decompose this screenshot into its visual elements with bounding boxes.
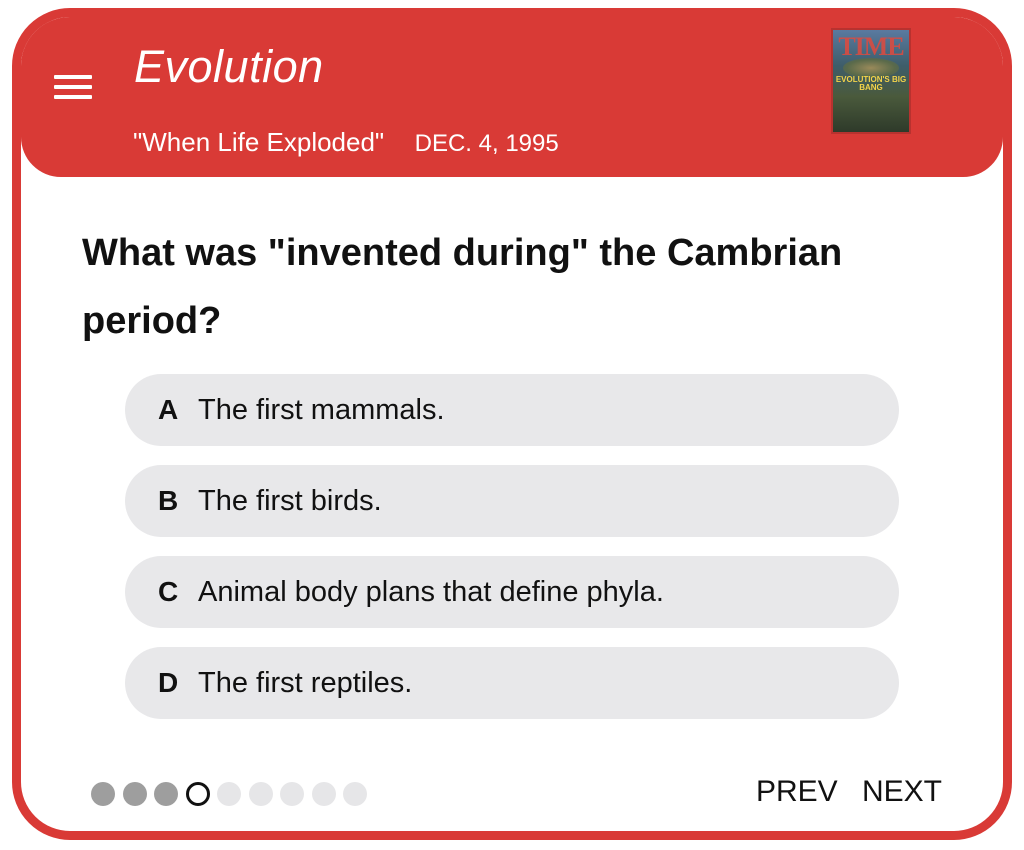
prev-button[interactable]: PREV — [756, 777, 838, 807]
article-info: "When Life Exploded" DEC. 4, 1995 — [133, 127, 559, 158]
option-letter: D — [158, 667, 179, 698]
next-button[interactable]: NEXT — [862, 777, 942, 807]
progress-dot[interactable] — [280, 782, 304, 806]
progress-dot[interactable] — [248, 782, 273, 806]
article-title: "When Life Exploded" — [133, 127, 385, 157]
option-letter: C — [158, 576, 179, 607]
progress-dot[interactable] — [311, 782, 336, 806]
option-text: The first reptiles. — [198, 666, 413, 699]
option-letter: A — [158, 394, 179, 425]
answer-option-b[interactable]: B The first birds. — [125, 465, 899, 537]
answer-option-c[interactable]: C Animal body plans that define phyla. — [125, 556, 899, 628]
quiz-title: Evolution — [134, 41, 324, 92]
cover-masthead: TIME — [838, 32, 904, 61]
option-text: Animal body plans that define phyla. — [198, 575, 664, 608]
answer-option-a[interactable]: A The first mammals. — [125, 374, 899, 446]
option-text: The first mammals. — [198, 393, 445, 426]
progress-dot-current[interactable] — [185, 782, 210, 806]
answer-options: A The first mammals. B The first birds. … — [125, 374, 899, 738]
answer-option-d[interactable]: D The first reptiles. — [125, 647, 899, 719]
progress-dot[interactable] — [122, 782, 147, 806]
quiz-card: Evolution "When Life Exploded" DEC. 4, 1… — [12, 8, 1012, 840]
progress-dots — [91, 782, 375, 806]
hamburger-menu-icon[interactable] — [54, 72, 92, 102]
progress-dot[interactable] — [91, 782, 115, 806]
option-text: The first birds. — [198, 484, 382, 517]
quiz-header: Evolution "When Life Exploded" DEC. 4, 1… — [21, 17, 1003, 177]
issue-date: DEC. 4, 1995 — [414, 130, 559, 157]
magazine-cover-image: TIME EVOLUTION'S BIG BANG — [831, 28, 911, 134]
option-letter: B — [158, 485, 179, 516]
progress-dot[interactable] — [343, 782, 367, 806]
cover-headline: EVOLUTION'S BIG BANG — [835, 75, 907, 93]
progress-dot[interactable] — [154, 782, 178, 806]
question-text: What was "invented during" the Cambrian … — [82, 232, 843, 342]
progress-dot[interactable] — [217, 782, 241, 806]
